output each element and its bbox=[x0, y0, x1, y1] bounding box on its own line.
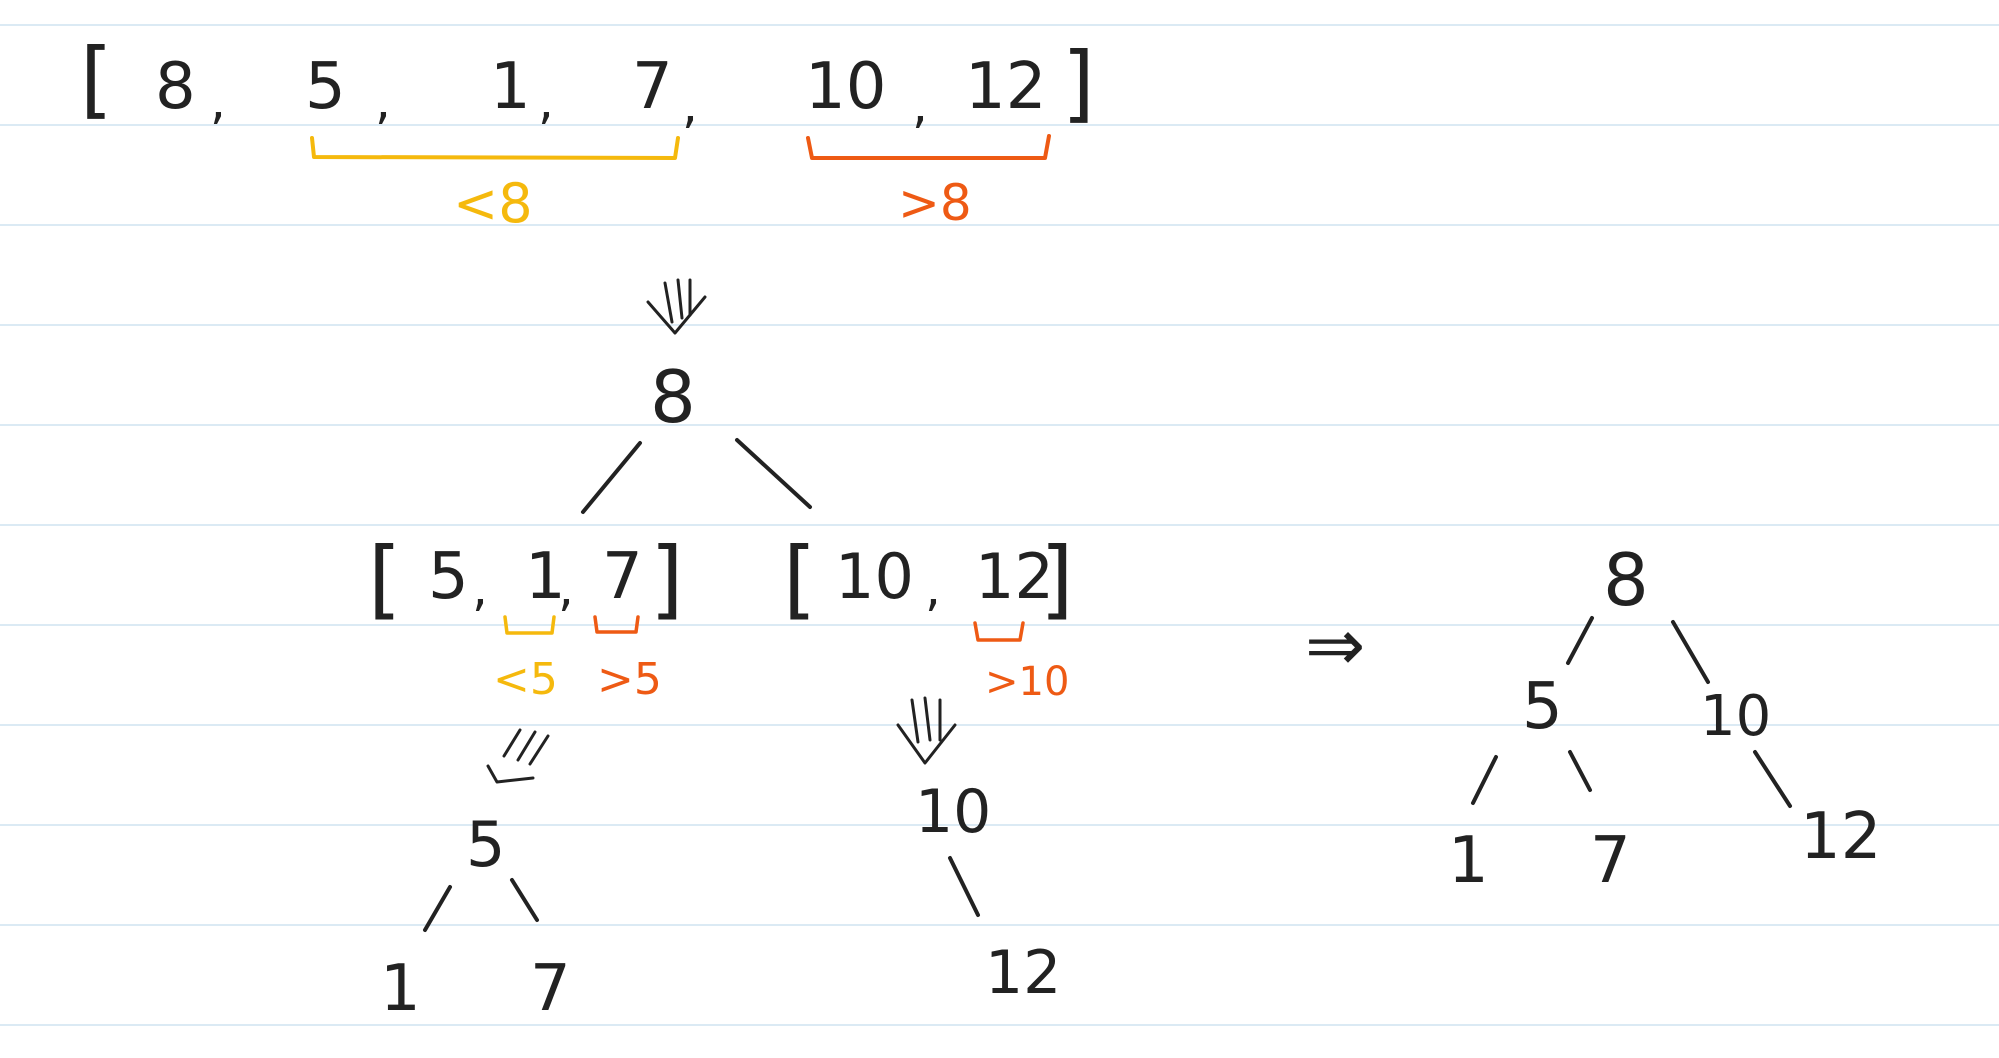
implies-arrow-icon: ⇒ bbox=[1305, 603, 1365, 687]
open-bracket: [ bbox=[80, 30, 113, 128]
right-edge bbox=[1671, 620, 1710, 684]
right-edge bbox=[735, 438, 812, 509]
greater-than-partition-label: >10 bbox=[985, 659, 1069, 705]
array-comma: , bbox=[912, 76, 928, 134]
array-comma: , bbox=[682, 76, 698, 134]
right-edge bbox=[1753, 750, 1792, 808]
array-item: 7 bbox=[602, 540, 643, 614]
open-bracket: [ bbox=[783, 529, 817, 629]
array-item: 1 bbox=[490, 50, 531, 124]
greater-than-partition-label: >5 bbox=[597, 654, 662, 705]
array-item: 5 bbox=[428, 540, 469, 614]
close-bracket: ] bbox=[1062, 34, 1095, 132]
array-item: 8 bbox=[155, 50, 196, 124]
final-left-node: 5 bbox=[1522, 670, 1563, 744]
down-arrow-icon bbox=[486, 728, 550, 784]
tree-root-node: 8 bbox=[650, 355, 696, 439]
final-leaf-node: 7 bbox=[1590, 824, 1631, 898]
subtree-root-node: 5 bbox=[466, 808, 505, 881]
array-comma: , bbox=[538, 72, 554, 130]
notebook-page: [ 8 , 5 , 1 , 7 , 10 , 12 ] <8 >8 8 [5 … bbox=[0, 0, 1999, 1058]
handwritten-diagram: [ 8 , 5 , 1 , 7 , 10 , 12 ] <8 >8 8 [5 … bbox=[0, 24, 1999, 1026]
array-item: 12 bbox=[965, 50, 1046, 124]
less-than-partition-bracket bbox=[310, 136, 680, 160]
leaf-node: 7 bbox=[530, 952, 571, 1026]
array-item: 10 bbox=[835, 540, 914, 613]
array-item: 5 bbox=[305, 50, 346, 124]
close-bracket: ] bbox=[1040, 529, 1074, 629]
left-edge bbox=[1471, 755, 1498, 805]
right-edge bbox=[1568, 750, 1592, 792]
subtree-root-node: 10 bbox=[915, 777, 991, 847]
array-comma: , bbox=[210, 72, 226, 130]
array-comma: , bbox=[375, 72, 391, 130]
left-edge bbox=[423, 885, 452, 932]
right-edge bbox=[948, 856, 980, 917]
final-leaf-node: 1 bbox=[1448, 824, 1489, 898]
left-edge bbox=[581, 441, 642, 514]
less-than-partition-label: <5 bbox=[493, 654, 558, 705]
left-subarray: [ 5 , 1 , 7 ] <5 >5 bbox=[368, 529, 684, 705]
close-bracket: ] bbox=[650, 529, 684, 629]
array-item: 10 bbox=[805, 50, 886, 124]
array-comma: , bbox=[925, 559, 941, 617]
greater-than-partition-bracket bbox=[806, 134, 1051, 160]
ruled-lines bbox=[0, 24, 1999, 1026]
final-leaf-node: 12 bbox=[1800, 800, 1881, 874]
array-item: 7 bbox=[632, 50, 673, 124]
greater-than-partition-label: >8 bbox=[898, 174, 972, 232]
final-tree: 8 5 10 1 7 12 bbox=[1448, 538, 1881, 898]
array-comma: , bbox=[558, 559, 574, 617]
right-edge bbox=[510, 878, 539, 922]
right-subarray: [ 10 , 12 ] >10 bbox=[783, 529, 1074, 705]
top-array: [ 8 , 5 , 1 , 7 , 10 , 12 ] <8 >8 bbox=[80, 30, 1095, 235]
final-right-node: 10 bbox=[1700, 684, 1771, 749]
final-root-node: 8 bbox=[1603, 538, 1649, 622]
leaf-node: 12 bbox=[985, 938, 1061, 1008]
open-bracket: [ bbox=[368, 529, 402, 629]
leaf-node: 1 bbox=[380, 952, 421, 1026]
array-comma: , bbox=[472, 559, 488, 617]
less-than-partition-label: <8 bbox=[453, 172, 533, 235]
down-arrow-icon bbox=[896, 696, 957, 765]
